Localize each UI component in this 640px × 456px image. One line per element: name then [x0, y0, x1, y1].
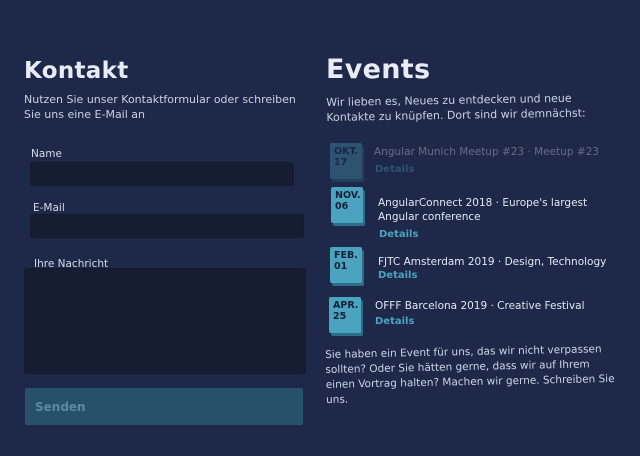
event-title: OFFF Barcelona 2019 · Creative Festival: [375, 300, 585, 312]
event-title: AngularConnect 2018 · Europe's largest A…: [378, 197, 588, 223]
events-title: Events: [326, 54, 431, 85]
contact-section: Kontakt Nutzen Sie unser Kontaktformular…: [24, 58, 308, 122]
event-details-link[interactable]: Details: [378, 270, 417, 281]
submit-button[interactable]: Senden: [25, 388, 303, 425]
event-month: APR.: [333, 300, 359, 311]
event-date-badge: OKT. 17: [330, 143, 362, 179]
event-date-badge: FEB. 01: [330, 247, 362, 283]
event-details-link[interactable]: Details: [375, 164, 414, 175]
contact-intro: Nutzen Sie unser Kontaktformular oder sc…: [24, 93, 296, 121]
event-details-link[interactable]: Details: [375, 316, 414, 327]
event-title: FJTC Amsterdam 2019 · Design, Technology: [378, 256, 607, 268]
event-month: FEB.: [334, 250, 358, 261]
email-label: E-Mail: [33, 202, 65, 214]
event-day: 01: [334, 261, 348, 272]
event-date-badge: NOV. 06: [331, 187, 363, 223]
event-month: OKT.: [334, 146, 359, 157]
email-field[interactable]: [30, 214, 304, 238]
event-title: Angular Munich Meetup #23 · Meetup #23: [374, 146, 600, 158]
name-field[interactable]: [30, 162, 294, 186]
event-day: 25: [333, 311, 347, 322]
contact-title: Kontakt: [24, 58, 129, 84]
events-outro: Sie haben ein Event für uns, das wir nic…: [325, 343, 615, 406]
event-details-link[interactable]: Details: [379, 229, 418, 240]
name-label: Name: [31, 148, 62, 160]
event-day: 06: [335, 201, 349, 212]
event-day: 17: [334, 157, 348, 168]
message-field[interactable]: [24, 268, 306, 374]
events-section: Events Wir lieben es, Neues zu entdecken…: [326, 54, 616, 125]
events-intro: Wir lieben es, Neues zu entdecken und ne…: [326, 91, 586, 124]
event-date-badge: APR. 25: [329, 297, 361, 333]
event-month: NOV.: [335, 190, 361, 201]
